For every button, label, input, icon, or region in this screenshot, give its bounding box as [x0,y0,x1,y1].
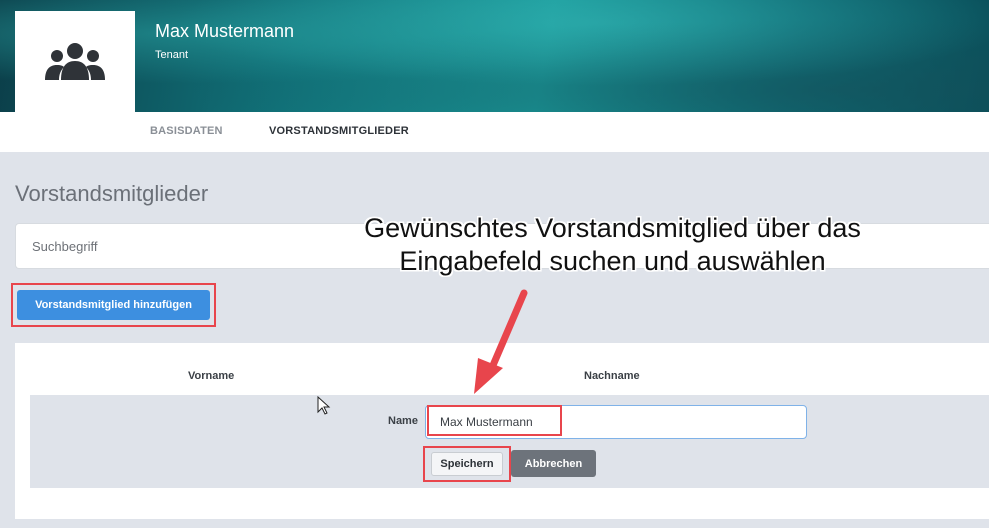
column-header-vorname[interactable]: Vorname [188,370,234,382]
tab-bar: BASISDATEN VORSTANDSMITGLIEDER [0,112,989,152]
mouse-cursor-icon [317,396,331,415]
name-label: Name [388,415,418,427]
page: Max Mustermann Tenant BASISDATEN VORSTAN… [0,0,989,528]
save-button[interactable]: Speichern [431,452,503,476]
annotation-text: Gewünschtes Vorstandsmitglied über das E… [300,212,925,278]
profile-banner [0,0,989,112]
name-input[interactable] [425,405,807,439]
profile-role: Tenant [155,49,189,61]
tab-vorstandsmitglieder[interactable]: VORSTANDSMITGLIEDER [269,125,409,137]
column-header-nachname[interactable]: Nachname [584,370,640,382]
cancel-button[interactable]: Abbrechen [511,450,596,477]
annotation-line-2: Eingabefeld suchen und auswählen [399,246,826,276]
avatar [15,11,135,112]
users-group-icon [45,42,105,80]
save-button-highlight: Speichern [423,446,511,482]
annotation-line-1: Gewünschtes Vorstandsmitglied über das [364,213,861,243]
add-board-member-button[interactable]: Vorstandsmitglied hinzufügen [17,290,210,320]
board-members-table: Vorname Nachname Name Speichern Abbreche… [15,343,989,519]
edit-row: Name Speichern Abbrechen [30,395,989,488]
profile-name: Max Mustermann [155,21,295,41]
page-title: Vorstandsmitglieder [15,181,209,206]
add-button-highlight: Vorstandsmitglied hinzufügen [11,283,216,327]
tab-basisdaten[interactable]: BASISDATEN [150,125,223,137]
